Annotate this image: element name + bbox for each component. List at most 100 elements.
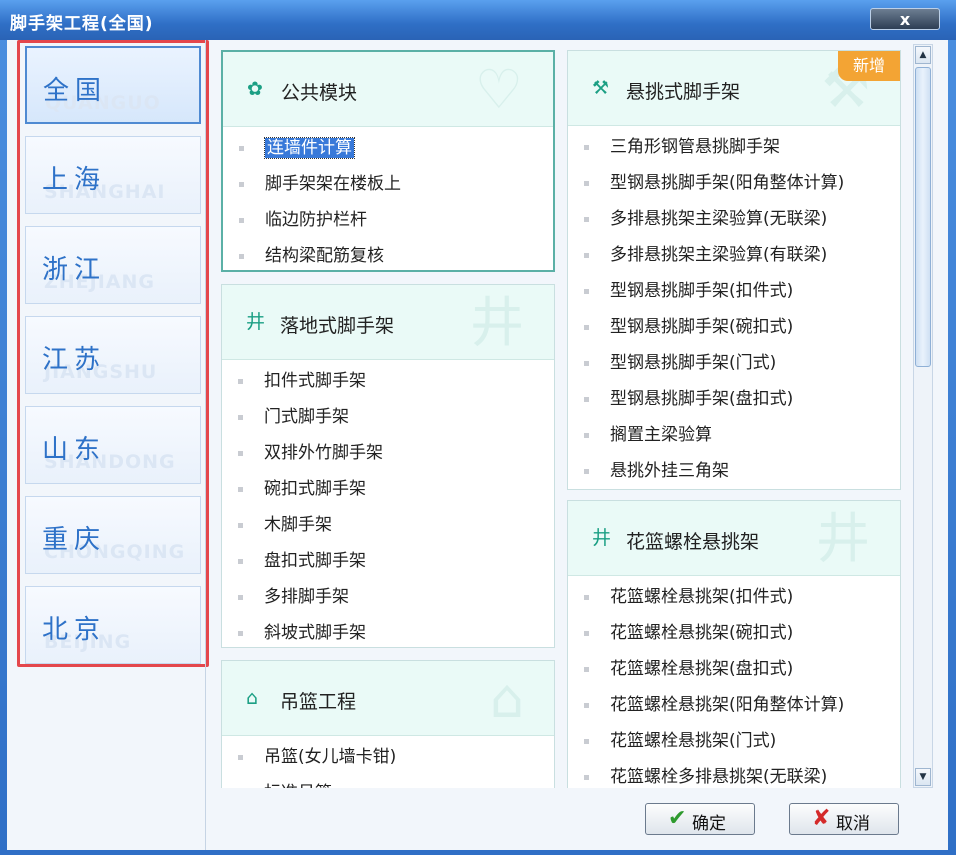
module-item-label: 标准吊篮: [264, 783, 332, 788]
panel-header: 井 井 落地式脚手架: [222, 285, 554, 360]
heart-watermark-icon: ♡: [474, 58, 523, 121]
module-item-label: 盘扣式脚手架: [264, 551, 366, 571]
module-list-item[interactable]: 花篮螺栓悬挑架(阳角整体计算): [568, 687, 900, 723]
module-list-item[interactable]: 双排外竹脚手架: [222, 435, 554, 471]
module-list-item[interactable]: 悬挑外挂三角架: [568, 453, 900, 489]
region-name: 浙江: [42, 255, 107, 285]
module-item-label: 型钢悬挑脚手架(盘扣式): [610, 389, 794, 409]
ok-button[interactable]: ✔ 确定: [645, 803, 755, 835]
panel-title: 吊篮工程: [280, 691, 357, 713]
crane-icon: ⚒: [592, 77, 610, 99]
building-watermark-icon: ⌂: [489, 667, 524, 730]
module-list-item[interactable]: 花篮螺栓悬挑架(碗扣式): [568, 615, 900, 651]
module-list-item[interactable]: 标准吊篮: [222, 775, 554, 788]
module-item-label: 多排悬挑架主梁验算(无联梁): [610, 209, 828, 229]
panel-floor-scaffold: 井 井 落地式脚手架 扣件式脚手架 门式脚手架双排外竹脚手架 碗扣式脚手架 木脚手架盘…: [221, 284, 555, 648]
module-list-item[interactable]: 斜坡式脚手架: [222, 615, 554, 651]
module-item-label: 斜坡式脚手架: [264, 623, 366, 643]
module-list-item[interactable]: 碗扣式脚手架: [222, 471, 554, 507]
region-item[interactable]: QUANGUO 全国: [25, 46, 201, 124]
panel-item-list: 连墙件计算 脚手架架在楼板上临边防护栏杆结构梁配筋复核: [223, 130, 553, 274]
module-list-item[interactable]: 连墙件计算: [223, 130, 553, 166]
module-item-label: 门式脚手架: [264, 407, 349, 427]
module-list-item[interactable]: 脚手架架在楼板上: [223, 166, 553, 202]
module-item-label: 花篮螺栓悬挑架(扣件式): [610, 587, 794, 607]
module-list-item[interactable]: 型钢悬挑脚手架(门式): [568, 345, 900, 381]
vertical-scrollbar[interactable]: ▲ ▼: [913, 44, 933, 788]
module-list-item[interactable]: 多排脚手架: [222, 579, 554, 615]
scaffold-icon: 井: [246, 311, 266, 333]
module-list-item[interactable]: 多排悬挑架主梁验算(有联梁): [568, 237, 900, 273]
module-item-label: 花篮螺栓悬挑架(门式): [610, 731, 777, 751]
panel-title: 落地式脚手架: [280, 315, 395, 337]
module-list-item[interactable]: 吊篮(女儿墙卡钳): [222, 739, 554, 775]
scaffold-watermark-icon: 井: [816, 507, 870, 570]
building-icon: ⌂: [246, 687, 259, 709]
scaffold-icon: 井: [592, 527, 612, 549]
module-list-item[interactable]: 花篮螺栓悬挑架(盘扣式): [568, 651, 900, 687]
module-item-label: 吊篮(女儿墙卡钳): [264, 747, 397, 767]
module-item-label: 型钢悬挑脚手架(碗扣式): [610, 317, 794, 337]
module-item-label: 型钢悬挑脚手架(门式): [610, 353, 777, 373]
scaffold-watermark-icon: 井: [470, 291, 524, 354]
region-item[interactable]: JIANGSHU 江苏: [25, 316, 201, 394]
module-list-item[interactable]: 盘扣式脚手架: [222, 543, 554, 579]
panel-title: 悬挑式脚手架: [626, 81, 741, 103]
module-list-item[interactable]: 花篮螺栓悬挑架(门式): [568, 723, 900, 759]
module-list-item[interactable]: 型钢悬挑脚手架(盘扣式): [568, 381, 900, 417]
close-button[interactable]: x: [870, 8, 940, 30]
region-name: 山东: [42, 435, 107, 465]
region-item[interactable]: CHONGQING 重庆: [25, 496, 201, 574]
panel-title: 花篮螺栓悬挑架: [626, 531, 760, 553]
scroll-up-icon[interactable]: ▲: [915, 46, 931, 64]
title-bar[interactable]: 脚手架工程(全国) x: [0, 0, 956, 40]
cancel-button[interactable]: ✘ 取消: [789, 803, 899, 835]
module-list-item[interactable]: 花篮螺栓多排悬挑架(无联梁): [568, 759, 900, 788]
panel-item-list: 花篮螺栓悬挑架(扣件式) 花篮螺栓悬挑架(碗扣式) 花篮螺栓悬挑架(盘扣式) 花篮螺栓…: [568, 579, 900, 788]
module-item-label: 临边防护栏杆: [265, 210, 367, 230]
module-list-item[interactable]: 木脚手架: [222, 507, 554, 543]
panel-public-module: ♡ ✿ 公共模块 连墙件计算 脚手架架在楼板上临边防护栏杆结构梁配筋复核: [221, 50, 555, 272]
module-item-label: 型钢悬挑脚手架(扣件式): [610, 281, 794, 301]
module-item-label: 扣件式脚手架: [264, 371, 366, 391]
module-list-item[interactable]: 扣件式脚手架: [222, 363, 554, 399]
panel-header: ⚒ ⚒ 悬挑式脚手架 新增: [568, 51, 900, 126]
module-item-label: 型钢悬挑脚手架(阳角整体计算): [610, 173, 845, 193]
region-item[interactable]: ZHEJIANG 浙江: [25, 226, 201, 304]
module-item-label: 搁置主梁验算: [610, 425, 712, 445]
module-list-item[interactable]: 临边防护栏杆: [223, 202, 553, 238]
region-name: 重庆: [42, 525, 107, 555]
panel-cantilever-scaffold: ⚒ ⚒ 悬挑式脚手架 新增 三角形钢管悬挑脚手架型钢悬挑脚手架(阳角整体计算) 多…: [567, 50, 901, 490]
panel-title: 公共模块: [281, 82, 358, 104]
panel-item-list: 吊篮(女儿墙卡钳) 标准吊篮: [222, 739, 554, 788]
scroll-thumb[interactable]: [915, 67, 931, 367]
region-item[interactable]: SHANGHAI 上海: [25, 136, 201, 214]
module-list-item[interactable]: 型钢悬挑脚手架(扣件式): [568, 273, 900, 309]
module-list-item[interactable]: 型钢悬挑脚手架(碗扣式): [568, 309, 900, 345]
panel-item-list: 扣件式脚手架 门式脚手架双排外竹脚手架 碗扣式脚手架 木脚手架盘扣式脚手架多排脚手架斜…: [222, 363, 554, 651]
region-item[interactable]: BEIJING 北京: [25, 586, 201, 664]
window-title: 脚手架工程(全国): [10, 14, 154, 34]
module-list-item[interactable]: 三角形钢管悬挑脚手架: [568, 129, 900, 165]
ok-button-label: 确定: [692, 814, 726, 834]
panel-header: ♡ ✿ 公共模块: [223, 52, 553, 127]
module-list-item[interactable]: 型钢悬挑脚手架(阳角整体计算): [568, 165, 900, 201]
module-list-item[interactable]: 门式脚手架: [222, 399, 554, 435]
scroll-down-icon[interactable]: ▼: [915, 768, 931, 786]
panel-header: ⌂ ⌂ 吊篮工程: [222, 661, 554, 736]
module-item-label: 三角形钢管悬挑脚手架: [610, 137, 780, 157]
region-item[interactable]: SHANDONG 山东: [25, 406, 201, 484]
region-name: 北京: [42, 615, 107, 645]
region-name: 上海: [42, 165, 107, 195]
module-list-item[interactable]: 结构梁配筋复核: [223, 238, 553, 274]
new-badge: 新增: [838, 51, 900, 81]
handshake-icon: ✿: [247, 78, 263, 100]
module-list-area: ♡ ✿ 公共模块 连墙件计算 脚手架架在楼板上临边防护栏杆结构梁配筋复核 井 井 …: [221, 48, 911, 788]
module-list-item[interactable]: 多排悬挑架主梁验算(无联梁): [568, 201, 900, 237]
module-list-item[interactable]: 搁置主梁验算: [568, 417, 900, 453]
dialog-window: 脚手架工程(全国) x QUANGUO 全国 SHANGHAI 上海 ZHEJIANG 浙…: [0, 0, 956, 855]
module-item-label: 花篮螺栓多排悬挑架(无联梁): [610, 767, 828, 787]
module-list-item[interactable]: 花篮螺栓悬挑架(扣件式): [568, 579, 900, 615]
module-item-label: 花篮螺栓悬挑架(碗扣式): [610, 623, 794, 643]
panel-flower-bolt-cantilever: 井 井 花篮螺栓悬挑架 花篮螺栓悬挑架(扣件式) 花篮螺栓悬挑架(碗扣式) 花篮螺栓…: [567, 500, 901, 788]
